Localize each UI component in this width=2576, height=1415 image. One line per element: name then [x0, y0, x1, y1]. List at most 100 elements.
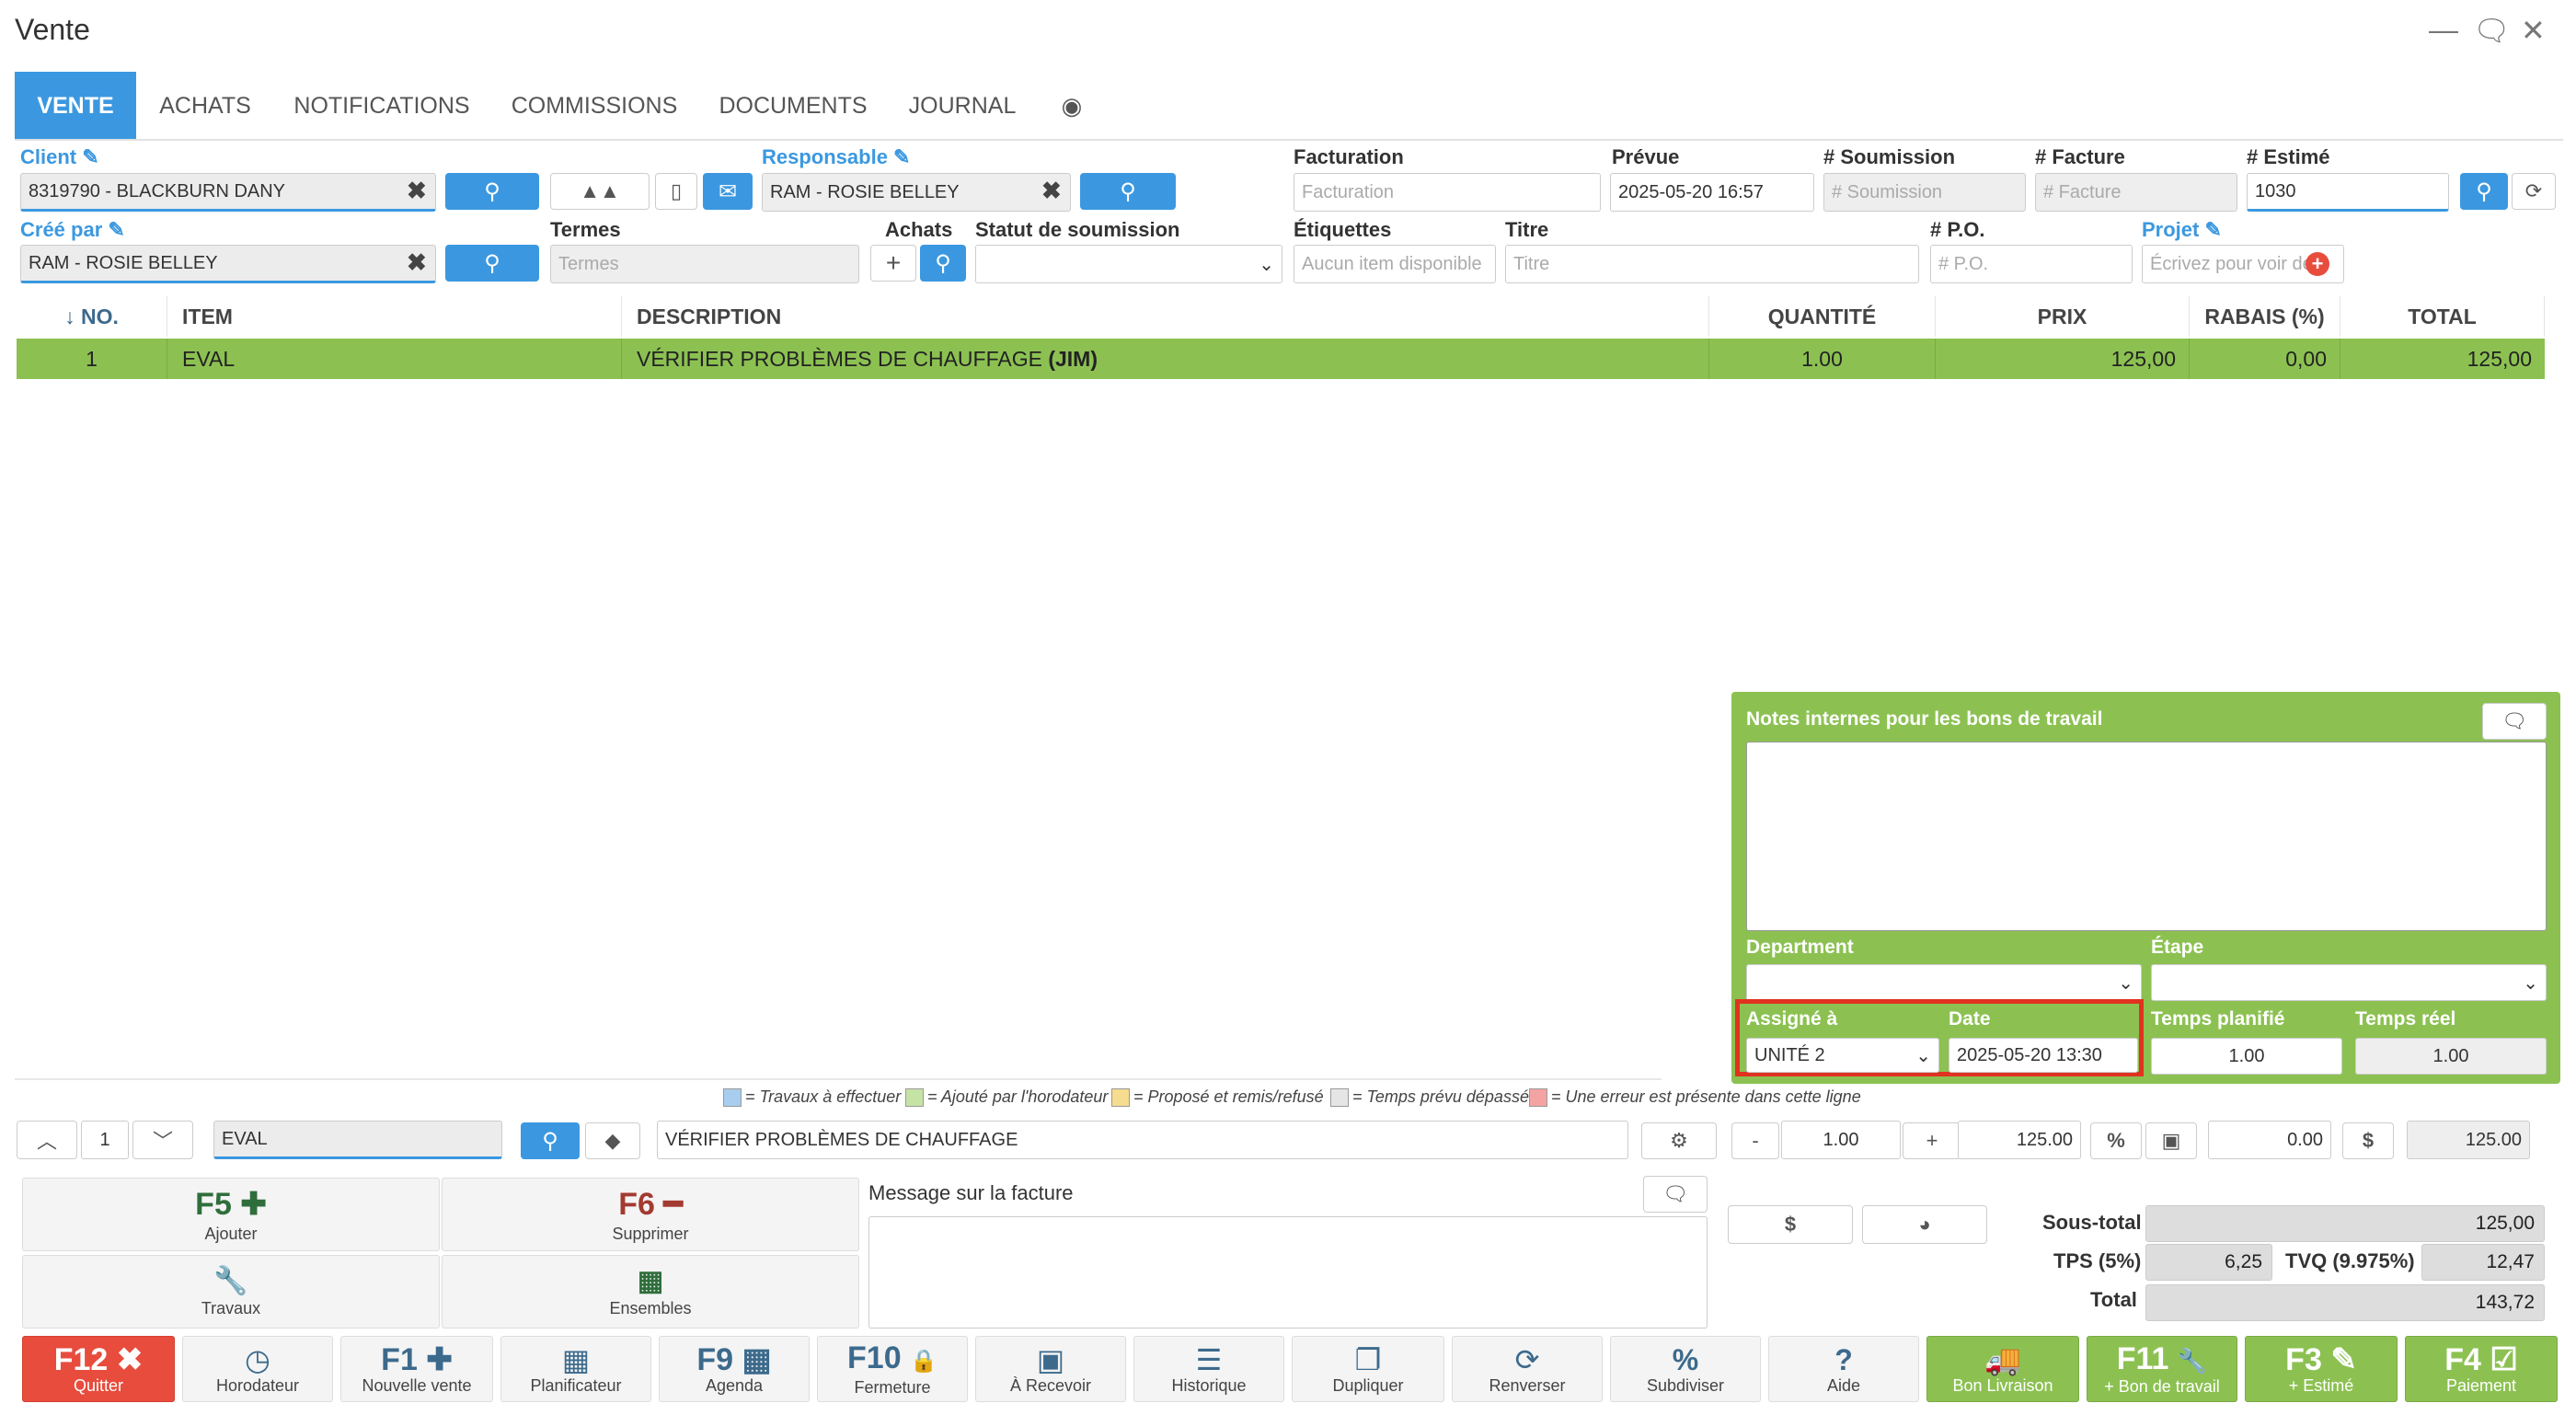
- col-prix[interactable]: PRIX: [1936, 296, 2190, 337]
- row-description[interactable]: VÉRIFIER PROBLÈMES DE CHAUFFAGE (JIM): [622, 339, 1709, 379]
- ensembles-button[interactable]: ▦ Ensembles: [442, 1255, 859, 1329]
- paiement-button[interactable]: F4 ☑ Paiement: [2405, 1336, 2558, 1402]
- a-recevoir-button[interactable]: ▣ À Recevoir: [975, 1336, 1126, 1402]
- clear-responsable-icon[interactable]: ✖: [1041, 177, 1062, 205]
- add-achat-icon[interactable]: +: [870, 245, 916, 282]
- travaux-button[interactable]: 🔧 Travaux: [22, 1255, 440, 1329]
- assigne-select[interactable]: UNITÉ 2 ⌄: [1746, 1038, 1939, 1073]
- pie-chart-icon[interactable]: ◕: [1862, 1205, 1987, 1244]
- renverser-button[interactable]: ⟳ Renverser: [1452, 1336, 1603, 1402]
- po-input[interactable]: # P.O.: [1930, 245, 2133, 283]
- achats-search-button[interactable]: ⚲: [920, 245, 966, 282]
- responsable-label[interactable]: Responsable ✎: [762, 145, 910, 169]
- subdiviser-button[interactable]: % Subdiviser: [1610, 1336, 1761, 1402]
- estime-button[interactable]: F3 ✎ + Estimé: [2245, 1336, 2398, 1402]
- col-quantite[interactable]: QUANTITÉ: [1709, 296, 1936, 337]
- col-rabais[interactable]: RABAIS (%): [2190, 296, 2340, 337]
- cree-search-button[interactable]: ⚲: [445, 245, 539, 282]
- qty-input[interactable]: 1.00: [1781, 1121, 1901, 1159]
- description-input[interactable]: VÉRIFIER PROBLÈMES DE CHAUFFAGE: [657, 1121, 1628, 1159]
- item-search-button[interactable]: ⚲: [521, 1122, 580, 1159]
- department-select[interactable]: ⌄: [1746, 964, 2142, 1001]
- responsable-search-button[interactable]: ⚲: [1080, 173, 1176, 210]
- tab-documents[interactable]: DOCUMENTS: [710, 72, 876, 140]
- row-rabais[interactable]: 0,00: [2190, 339, 2340, 379]
- rabais-input[interactable]: 0.00: [2208, 1121, 2331, 1159]
- line-down-icon[interactable]: ﹀: [132, 1121, 193, 1159]
- quitter-button[interactable]: F12 ✖ Quitter: [22, 1336, 175, 1402]
- map-icon[interactable]: ▲▲: [550, 173, 650, 210]
- planificateur-button[interactable]: ▦ Planificateur: [500, 1336, 651, 1402]
- tab-achats[interactable]: ACHATS: [147, 72, 263, 140]
- message-textarea[interactable]: [868, 1216, 1708, 1329]
- row-quantite[interactable]: 1.00: [1709, 339, 1936, 379]
- date-input[interactable]: 2025-05-20 13:30: [1949, 1038, 2138, 1073]
- cash-icon[interactable]: ▣: [2145, 1122, 2197, 1159]
- totals-dollar-button[interactable]: $: [1728, 1205, 1853, 1244]
- chat-icon[interactable]: 🗨: [2473, 13, 2511, 48]
- client-label[interactable]: Client ✎: [20, 145, 99, 169]
- client-search-button[interactable]: ⚲: [445, 173, 539, 210]
- tab-commissions[interactable]: COMMISSIONS: [504, 72, 684, 140]
- phone-icon[interactable]: ▯: [655, 173, 697, 210]
- fermeture-button[interactable]: F10 🔒 Fermeture: [817, 1336, 968, 1402]
- col-item[interactable]: ITEM: [167, 296, 622, 337]
- aide-button[interactable]: ? Aide: [1768, 1336, 1919, 1402]
- temps-reel-input[interactable]: 1.00: [2355, 1038, 2547, 1075]
- bon-de-travail-button[interactable]: F11 🔧 + Bon de travail: [2087, 1336, 2237, 1402]
- col-total[interactable]: TOTAL: [2340, 296, 2545, 337]
- tab-journal[interactable]: JOURNAL: [900, 72, 1025, 140]
- soumission-input[interactable]: # Soumission: [1823, 173, 2026, 212]
- item-input[interactable]: EVAL: [213, 1121, 502, 1159]
- line-up-icon[interactable]: ︿: [17, 1121, 77, 1159]
- row-no[interactable]: 1: [17, 339, 167, 379]
- estime-search-button[interactable]: ⚲: [2460, 173, 2508, 210]
- col-description[interactable]: DESCRIPTION: [622, 296, 1709, 337]
- globe-icon[interactable]: ◉: [1049, 72, 1095, 140]
- estime-input[interactable]: 1030: [2247, 173, 2449, 212]
- line-number-input[interactable]: 1: [81, 1121, 129, 1159]
- qty-plus-button[interactable]: +: [1903, 1122, 1961, 1159]
- prevue-input[interactable]: 2025-05-20 16:57: [1610, 173, 1814, 212]
- horodateur-button[interactable]: ◷ Horodateur: [182, 1336, 333, 1402]
- tab-vente[interactable]: VENTE: [15, 72, 136, 140]
- cree-par-input[interactable]: RAM - ROSIE BELLEY: [20, 245, 436, 283]
- statut-select[interactable]: ⌄: [975, 245, 1282, 283]
- add-projet-icon[interactable]: +: [2306, 252, 2329, 276]
- clear-client-icon[interactable]: ✖: [407, 177, 427, 205]
- projet-label[interactable]: Projet ✎: [2142, 218, 2222, 242]
- dupliquer-button[interactable]: ❐ Dupliquer: [1292, 1336, 1444, 1402]
- cree-par-label[interactable]: Créé par ✎: [20, 218, 125, 242]
- qty-minus-button[interactable]: -: [1731, 1122, 1779, 1159]
- dollar-button[interactable]: $: [2342, 1122, 2394, 1159]
- etiquettes-select[interactable]: Aucun item disponible: [1294, 245, 1496, 283]
- clear-cree-icon[interactable]: ✖: [407, 248, 427, 277]
- tab-notifications[interactable]: NOTIFICATIONS: [285, 72, 478, 140]
- percent-button[interactable]: %: [2090, 1122, 2142, 1159]
- email-icon[interactable]: ✉: [703, 173, 753, 210]
- historique-button[interactable]: ☰ Historique: [1133, 1336, 1284, 1402]
- col-no[interactable]: ↓ NO.: [17, 296, 167, 337]
- refresh-icon[interactable]: ⟳: [2512, 173, 2556, 210]
- agenda-button[interactable]: F9 ▦ Agenda: [659, 1336, 810, 1402]
- add-line-button[interactable]: F5 ✚ Ajouter: [22, 1178, 440, 1251]
- etape-select[interactable]: ⌄: [2151, 964, 2547, 1001]
- responsable-input[interactable]: RAM - ROSIE BELLEY: [762, 173, 1071, 212]
- temps-planifie-input[interactable]: 1.00: [2151, 1038, 2342, 1075]
- row-total[interactable]: 125,00: [2340, 339, 2545, 379]
- minimize-icon[interactable]: —: [2429, 13, 2458, 47]
- price-input[interactable]: 125.00: [1958, 1121, 2081, 1159]
- comment-icon[interactable]: 🗨: [2482, 703, 2547, 740]
- delete-line-button[interactable]: F6 ━ Supprimer: [442, 1178, 859, 1251]
- facture-input[interactable]: # Facture: [2035, 173, 2237, 212]
- row-prix[interactable]: 125,00: [1936, 339, 2190, 379]
- notes-textarea[interactable]: [1746, 742, 2547, 931]
- termes-input[interactable]: Termes: [550, 245, 859, 283]
- facturation-input[interactable]: Facturation: [1294, 173, 1601, 212]
- titre-input[interactable]: Titre: [1505, 245, 1919, 283]
- close-icon[interactable]: ✕: [2521, 13, 2546, 48]
- message-comment-icon[interactable]: 🗨: [1643, 1176, 1708, 1213]
- bon-livraison-button[interactable]: 🚚 Bon Livraison: [1926, 1336, 2079, 1402]
- settings-gear-icon[interactable]: ⚙: [1641, 1122, 1717, 1159]
- row-item[interactable]: EVAL: [167, 339, 622, 379]
